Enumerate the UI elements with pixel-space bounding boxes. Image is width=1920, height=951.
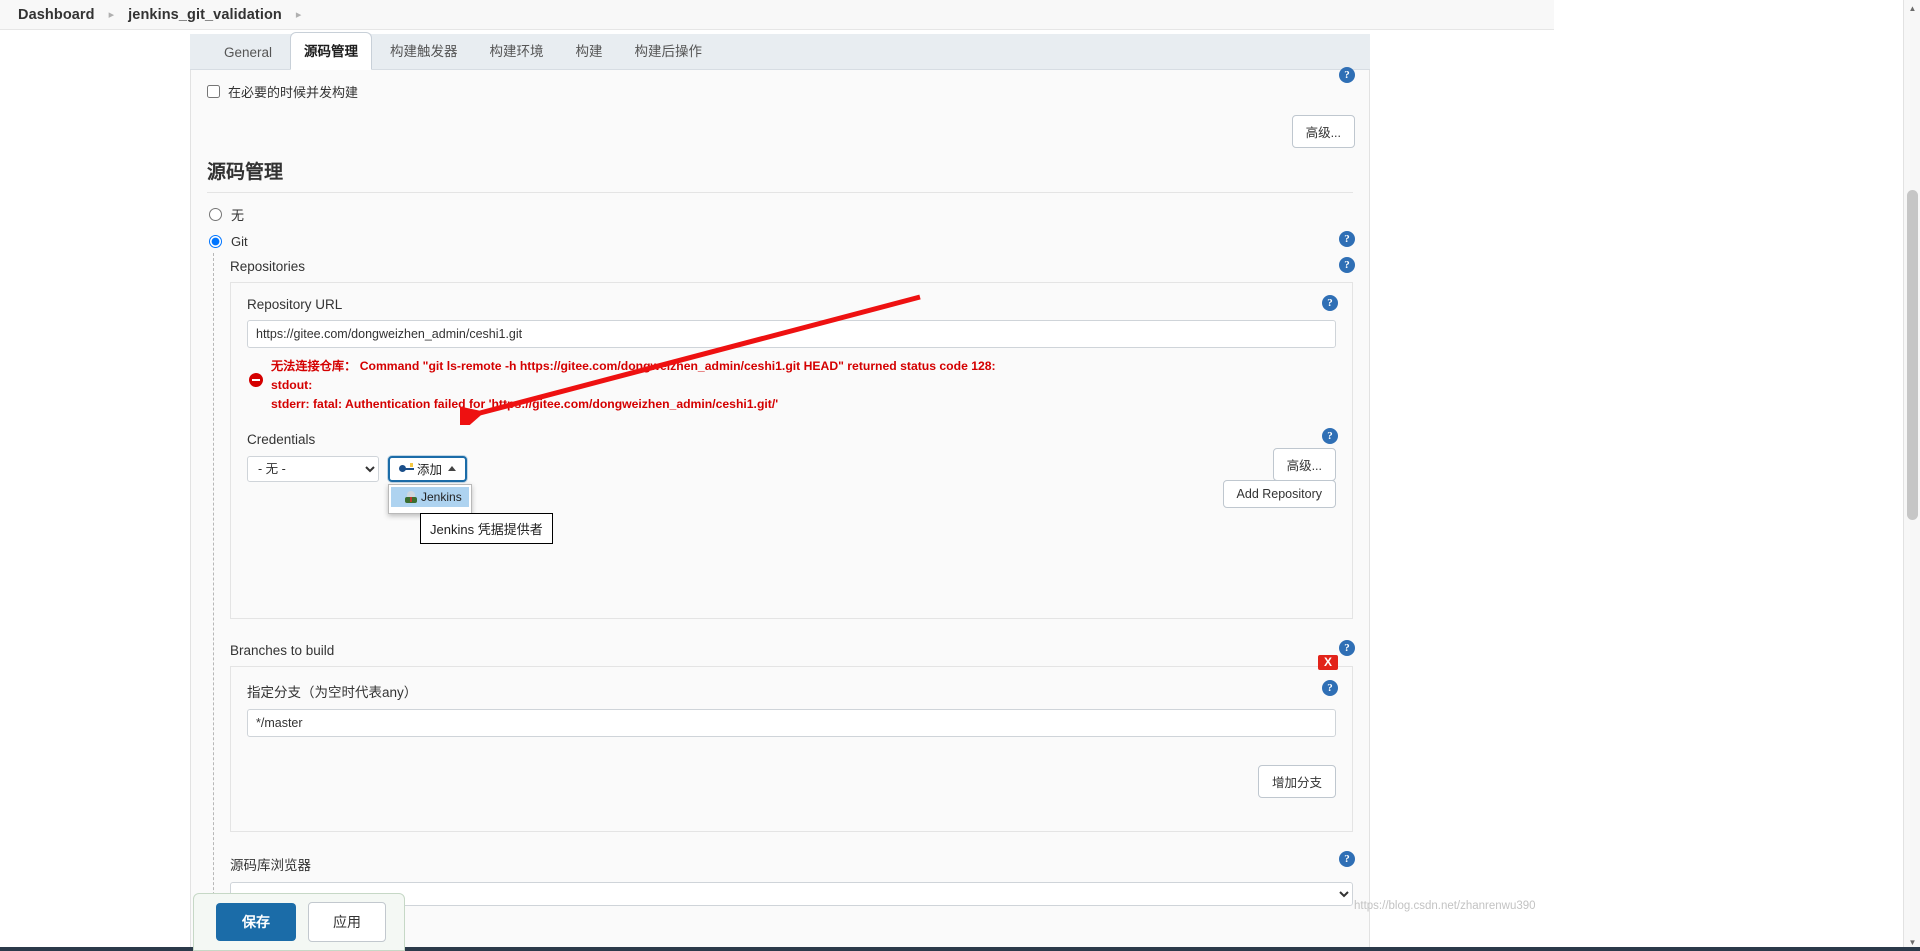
key-icon	[399, 463, 414, 474]
branch-spec-input[interactable]	[247, 708, 1336, 737]
error-line-3: stderr: fatal: Authentication failed for…	[271, 396, 779, 411]
help-icon-repositories[interactable]: ?	[1339, 257, 1355, 273]
breadcrumb: Dashboard ▸ jenkins_git_validation ▸	[0, 0, 1554, 30]
branches-card: 指定分支（为空时代表any） X ? 增加分支	[230, 654, 1353, 832]
breadcrumb-item-job[interactable]: jenkins_git_validation	[128, 7, 282, 23]
add-branch-button[interactable]: 增加分支	[1257, 764, 1336, 798]
save-action-bar: 保存 应用	[193, 893, 405, 951]
scm-radio-none[interactable]	[209, 208, 222, 221]
tab-build-triggers[interactable]: 构建触发器	[376, 32, 472, 69]
advanced-button-top[interactable]: 高级...	[1291, 115, 1355, 148]
tab-general[interactable]: General	[210, 37, 286, 69]
help-icon-git[interactable]: ?	[1339, 231, 1355, 247]
branch-spec-label: 指定分支（为空时代表any）	[247, 684, 418, 700]
help-icon-repository-url[interactable]: ?	[1322, 295, 1338, 311]
breadcrumb-item-dashboard[interactable]: Dashboard	[18, 7, 95, 23]
add-credentials-button[interactable]: 添加	[388, 455, 468, 482]
advanced-button-repository[interactable]: 高级...	[1272, 448, 1336, 481]
repository-url-label: Repository URL	[247, 297, 343, 312]
help-icon-branch-spec[interactable]: ?	[1322, 679, 1338, 696]
help-icon-credentials[interactable]: ?	[1322, 427, 1338, 444]
add-credentials-dropdown: Jenkins	[388, 483, 472, 514]
tab-post-build-actions[interactable]: 构建后操作	[621, 32, 717, 69]
scm-option-none-label: 无	[231, 208, 245, 223]
page-scrollbar[interactable]: ▲ ▼	[1903, 0, 1920, 951]
repository-card: Repository URL ? 无法连接仓库： Command "git ls…	[230, 282, 1353, 619]
concurrent-build-label: 在必要的时候并发构建	[228, 85, 359, 100]
help-icon-concurrent-build[interactable]: ?	[1339, 67, 1355, 83]
config-page: General 源码管理 构建触发器 构建环境 构建 构建后操作 在必要的时候并…	[0, 30, 1554, 951]
credentials-label: Credentials	[247, 431, 316, 447]
scm-option-git[interactable]: Git	[191, 228, 1369, 253]
concurrent-build-row[interactable]: 在必要的时候并发构建	[191, 70, 1369, 101]
scm-option-none[interactable]: 无	[191, 199, 1369, 228]
help-icon-branches[interactable]: ?	[1339, 639, 1355, 656]
credentials-select[interactable]: - 无 -	[247, 455, 379, 482]
scroll-up-arrow-icon[interactable]: ▲	[1904, 0, 1920, 17]
credentials-provider-tooltip: Jenkins 凭据提供者	[420, 512, 553, 544]
save-button[interactable]: 保存	[216, 903, 296, 941]
section-title-scm: 源码管理	[207, 147, 1353, 193]
dropdown-item-jenkins[interactable]: Jenkins	[391, 486, 469, 507]
breadcrumb-dropdown-icon[interactable]: ▸	[296, 8, 302, 21]
branches-to-build-label: Branches to build	[230, 642, 335, 658]
add-credentials-label: 添加	[417, 463, 443, 478]
job-config-form: General 源码管理 构建触发器 构建环境 构建 构建后操作 在必要的时候并…	[190, 32, 1370, 951]
error-line-1: 无法连接仓库： Command "git ls-remote -h https:…	[271, 359, 996, 373]
concurrent-build-checkbox[interactable]	[207, 85, 220, 98]
error-icon	[249, 373, 263, 387]
tab-build-environment[interactable]: 构建环境	[476, 32, 558, 69]
error-line-2: stdout:	[271, 377, 313, 392]
right-gutter: https://blog.csdn.net/zhanrenwu390	[1354, 0, 1903, 951]
scm-option-git-label: Git	[231, 234, 248, 249]
watermark-text: https://blog.csdn.net/zhanrenwu390	[1354, 900, 1536, 912]
git-settings-block: Repositories ? Repository URL ? https://…	[213, 253, 1355, 945]
scm-radio-git[interactable]	[209, 235, 222, 248]
config-form-body: 在必要的时候并发构建 ? 高级... 源码管理 无 Git ? Reposito…	[190, 67, 1370, 951]
tab-source-code-management[interactable]: 源码管理	[290, 32, 373, 70]
scrollbar-thumb[interactable]	[1907, 190, 1918, 520]
help-icon-repo-browser[interactable]: ?	[1339, 850, 1355, 867]
config-tab-bar: General 源码管理 构建触发器 构建环境 构建 构建后操作	[190, 32, 1370, 70]
apply-button[interactable]: 应用	[308, 902, 386, 942]
breadcrumb-separator-icon: ▸	[108, 9, 115, 21]
repositories-label: Repositories	[230, 259, 306, 274]
tab-build[interactable]: 构建	[562, 32, 617, 69]
dropdown-item-jenkins-label: Jenkins	[421, 489, 462, 504]
repo-browser-label: 源码库浏览器	[230, 857, 311, 873]
repository-url-error: 无法连接仓库： Command "git ls-remote -h https:…	[247, 357, 1336, 414]
repository-url-input[interactable]	[247, 320, 1336, 348]
delete-branch-button[interactable]: X	[1318, 654, 1338, 670]
add-repository-button[interactable]: Add Repository	[1222, 480, 1336, 508]
jenkins-icon	[405, 490, 417, 503]
chevron-up-icon	[448, 466, 457, 472]
